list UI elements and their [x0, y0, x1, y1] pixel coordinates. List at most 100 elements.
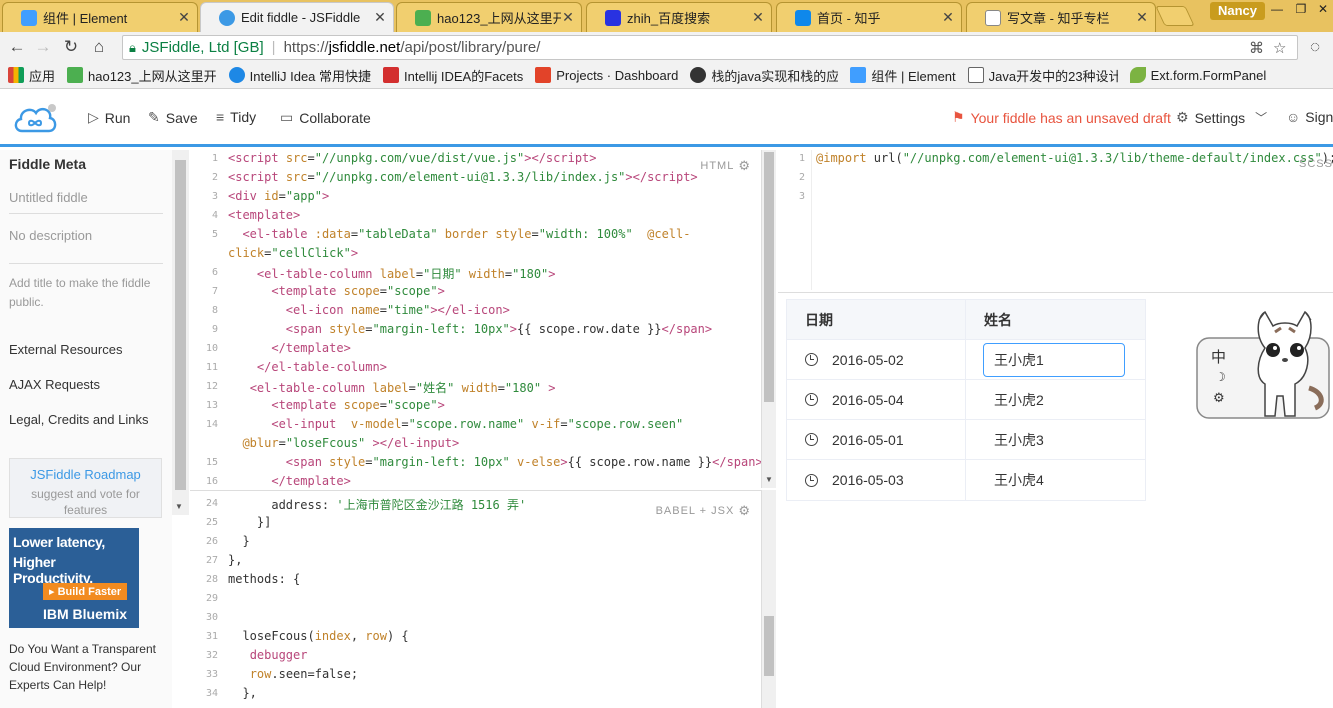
line-number: 29: [205, 593, 218, 604]
browser-tab-zhihu[interactable]: 首页 - 知乎 ✕: [776, 2, 962, 32]
close-icon[interactable]: ✕: [1135, 9, 1149, 26]
collaborate-button[interactable]: ▭ Collaborate: [280, 109, 371, 126]
scrollbar-thumb[interactable]: [175, 160, 186, 490]
ime-chinese-mode-label[interactable]: 中: [1211, 346, 1226, 367]
url-text: https://jsfiddle.net/api/post/library/pu…: [284, 39, 541, 56]
name-cell[interactable]: 王小虎2: [966, 380, 1145, 419]
column-header-name[interactable]: 姓名: [966, 300, 1145, 339]
bookmark-element[interactable]: 组件 | Element: [850, 66, 956, 85]
html-editor-scrollbar[interactable]: ▼: [762, 150, 776, 488]
browser-tab-baidu[interactable]: zhih_百度搜索 ✕: [586, 2, 772, 32]
html-editor[interactable]: 1 2 3 4 5 6 7 8 9 10 11 12 13 14 15 16 <script src="//u…: [190, 150, 762, 488]
column-header-date[interactable]: 日期: [787, 300, 966, 339]
bookmark-hao123[interactable]: hao123_上网从这里开: [67, 66, 217, 85]
line-number: 25: [205, 517, 218, 528]
browser-tab-hao123[interactable]: hao123_上网从这里开始 ✕: [396, 2, 582, 32]
ad-cta-button[interactable]: ▸ Build Faster: [43, 583, 128, 600]
signin-button[interactable]: ☺ Sign: [1286, 109, 1333, 125]
name-cell[interactable]: 王小虎3: [966, 420, 1145, 459]
html-language-label[interactable]: HTML ⚙: [700, 158, 751, 174]
gear-icon[interactable]: ⚙: [1213, 390, 1225, 406]
date-cell[interactable]: 2016-05-03: [787, 460, 966, 500]
code-line: address: '上海市普陀区金沙江路 1516 弄': [228, 498, 527, 512]
scrollbar-thumb[interactable]: [764, 152, 774, 402]
close-icon[interactable]: ✕: [561, 9, 575, 26]
jsfiddle-logo-icon[interactable]: [12, 101, 58, 138]
fiddle-title-input[interactable]: Untitled fiddle: [9, 190, 163, 214]
translate-icon[interactable]: ⌘: [1249, 39, 1264, 57]
table-row[interactable]: 2016-05-04 王小虎2: [787, 380, 1145, 420]
settings-menu[interactable]: ⚙ Settings ﹀: [1176, 109, 1267, 126]
profile-button[interactable]: Nancy: [1210, 2, 1266, 20]
browser-tab-element[interactable]: 组件 | Element ✕: [2, 2, 198, 32]
bookmark-extjs[interactable]: Ext.form.FormPanel: [1129, 67, 1266, 83]
js-language-label[interactable]: BABEL + JSX ⚙: [656, 503, 751, 519]
ibm-ad-banner[interactable]: Lower latency, Higher Productivity. ▸ Bu…: [9, 528, 139, 628]
reload-icon[interactable]: ↻: [60, 36, 82, 58]
restore-icon[interactable]: ❐: [1290, 0, 1312, 18]
close-icon[interactable]: ✕: [751, 9, 765, 26]
back-arrow-icon[interactable]: ←: [6, 36, 28, 58]
scroll-down-arrow-icon[interactable]: ▼: [765, 475, 773, 484]
ajax-requests-link[interactable]: AJAX Requests: [9, 377, 163, 392]
bookmark-label: 应用: [29, 68, 56, 84]
globe-icon: [228, 67, 245, 83]
public-hint: Add title to make the fiddle public.: [9, 276, 151, 309]
browser-tab-jsfiddle[interactable]: Edit fiddle - JSFiddle ✕: [200, 2, 394, 32]
date-cell[interactable]: 2016-05-04: [787, 380, 966, 419]
moon-icon[interactable]: ☽: [1215, 370, 1226, 384]
close-icon[interactable]: ✕: [941, 9, 955, 26]
name-cell[interactable]: 王小虎4: [966, 460, 1145, 500]
sidebar-scrollbar[interactable]: ▼: [172, 150, 189, 515]
close-icon[interactable]: ✕: [177, 9, 191, 26]
table-row[interactable]: 2016-05-02 王小虎1: [787, 340, 1145, 380]
close-icon[interactable]: ✕: [373, 9, 387, 26]
bookmark-intellij-shortcuts[interactable]: IntelliJ Idea 常用快捷: [228, 66, 371, 85]
tidy-button[interactable]: ≡ Tidy: [216, 109, 256, 125]
home-icon[interactable]: ⌂: [88, 36, 110, 58]
fiddle-description-input[interactable]: No description: [9, 228, 163, 264]
bookmark-gitlab[interactable]: Projects · Dashboard: [535, 67, 678, 83]
forward-arrow-icon[interactable]: →: [32, 36, 54, 58]
css-editor[interactable]: 1 2 3 @import url("//unpkg.com/element-ui@…: [778, 150, 1333, 290]
site-identity: JSFiddle, Ltd [GB]: [141, 39, 264, 56]
minimize-icon[interactable]: —: [1266, 0, 1288, 18]
browser-tab-zhihu-zhuanlan[interactable]: 写文章 - 知乎专栏 ✕: [966, 2, 1156, 32]
bookmark-star-icon[interactable]: ☆: [1273, 39, 1286, 57]
pencil-icon: ✎: [148, 109, 160, 125]
bookmark-java-stack[interactable]: 栈的java实现和栈的应: [690, 66, 838, 85]
js-editor[interactable]: 24 25 26 27 28 29 30 31 32 33 34 address: '上海市普陀区金…: [190, 490, 762, 708]
align-lines-icon: ≡: [216, 109, 225, 125]
roadmap-box[interactable]: JSFiddle Roadmap suggest and vote for fe…: [9, 458, 162, 518]
date-cell[interactable]: 2016-05-02: [787, 340, 966, 379]
new-tab-button[interactable]: [1155, 6, 1195, 26]
run-button[interactable]: ▷ Run: [88, 109, 130, 126]
unsaved-draft-link[interactable]: ⚑ Your fiddle has an unsaved draft: [952, 109, 1171, 126]
line-number: 34: [205, 688, 218, 699]
bookmark-apps[interactable]: 应用: [8, 66, 55, 85]
ad-text[interactable]: Do You Want a Transparent Cloud Environm…: [9, 640, 169, 694]
bookmark-java-patterns[interactable]: Java开发中的23种设计: [967, 66, 1118, 85]
save-button[interactable]: ✎ Save: [148, 109, 198, 126]
code-line: debugger: [249, 648, 308, 662]
table-row[interactable]: 2016-05-01 王小虎3: [787, 420, 1145, 460]
ime-status-widget[interactable]: 中 ☽ ⚙: [1195, 308, 1331, 420]
name-cell[interactable]: 王小虎1: [966, 340, 1145, 379]
window-close-icon[interactable]: ✕: [1312, 0, 1333, 18]
browser-toolbar: ← → ↻ ⌂ 🔒︎ JSFiddle, Ltd [GB] | https://…: [0, 32, 1333, 62]
external-resources-link[interactable]: External Resources: [9, 342, 163, 357]
address-bar[interactable]: 🔒︎ JSFiddle, Ltd [GB] | https://jsfiddle…: [122, 35, 1298, 60]
line-number: 24: [205, 498, 218, 509]
scrollbar-thumb[interactable]: [764, 616, 774, 676]
date-cell[interactable]: 2016-05-01: [787, 420, 966, 459]
js-editor-scrollbar[interactable]: [762, 490, 776, 708]
css-language-label[interactable]: SCSS: [1299, 158, 1333, 170]
table-row[interactable]: 2016-05-03 王小虎4: [787, 460, 1145, 500]
extension-icon[interactable]: ◌: [1304, 36, 1326, 58]
name-input[interactable]: 王小虎1: [983, 342, 1125, 377]
legal-credits-link[interactable]: Legal, Credits and Links: [9, 412, 163, 427]
line-number: 26: [205, 536, 218, 547]
scroll-down-arrow-icon[interactable]: ▼: [175, 502, 183, 511]
bookmark-intellij-facets[interactable]: Intellij IDEA的Facets: [383, 66, 523, 85]
baidu-paw-icon: [605, 9, 621, 26]
